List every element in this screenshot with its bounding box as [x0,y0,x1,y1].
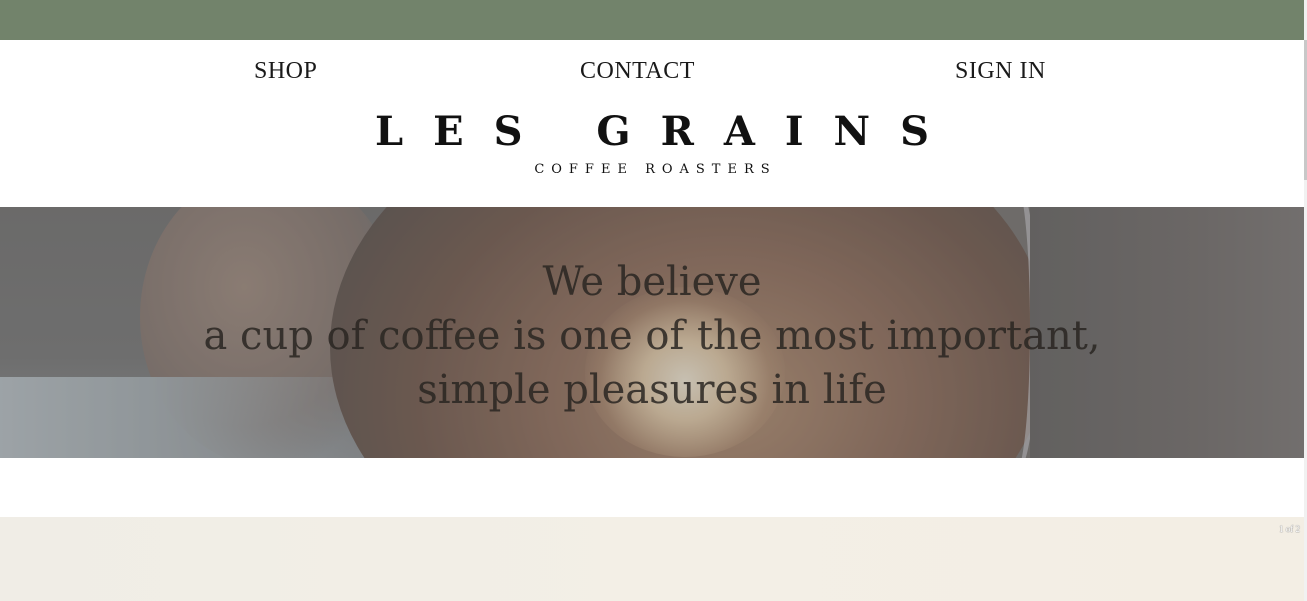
slide-counter: 1 of 2 [1279,524,1300,534]
section-spacer [0,458,1304,517]
hero-banner: We believe a cup of coffee is one of the… [0,207,1304,458]
hero-tagline: We believe a cup of coffee is one of the… [0,255,1304,417]
nav-contact-link[interactable]: CONTACT [580,58,695,85]
hero-tagline-line-1: We believe [542,259,762,305]
announcement-bar [0,0,1304,40]
main-nav: SHOP CONTACT SIGN IN [0,40,1304,104]
logo-title: LES GRAINS [374,108,960,155]
logo-subtitle: COFFEE ROASTERS [534,162,777,177]
hero-tagline-line-2: a cup of coffee is one of the most impor… [203,313,1101,359]
slideshow-section: 1 of 2 [0,517,1304,601]
hero-tagline-line-3: simple pleasures in life [417,367,887,413]
nav-shop-link[interactable]: SHOP [254,58,317,85]
nav-sign-in-link[interactable]: SIGN IN [955,58,1046,85]
site-logo[interactable]: LES GRAINS COFFEE ROASTERS [0,108,1304,177]
